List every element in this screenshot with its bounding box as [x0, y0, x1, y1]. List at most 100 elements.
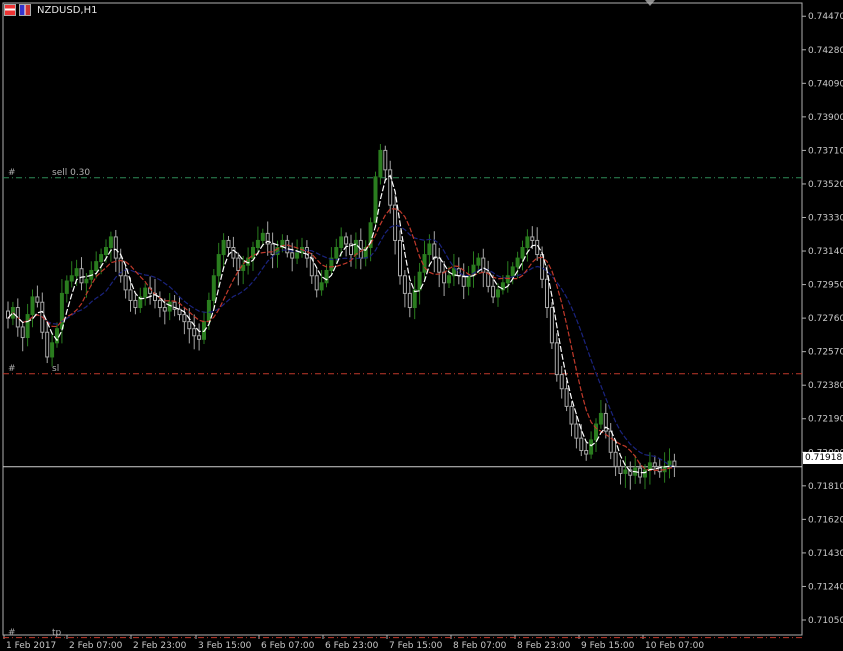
price-axis-label: 0.73140: [808, 247, 843, 257]
chart-window[interactable]: NZDUSD,H1 0.74470 0.74280 0.74090 0.73900 0.…: [0, 0, 843, 651]
candle-body: [260, 232, 265, 241]
trade-level-label-tp: tp: [52, 627, 62, 638]
candle-body: [192, 328, 197, 337]
trade-level-hash-tp: #: [8, 627, 16, 638]
candle-body: [589, 439, 594, 455]
price-axis-label: 0.72950: [808, 281, 843, 291]
time-axis-label: 8 Feb 23:00: [517, 641, 571, 651]
candle-body: [549, 307, 554, 344]
candle-body: [442, 271, 447, 284]
candle-body: [104, 247, 108, 256]
trade-level-hash-sell: #: [8, 167, 16, 178]
candle-body: [324, 269, 329, 284]
candle-body: [378, 149, 383, 178]
candle-body: [652, 462, 657, 467]
chart-title: NZDUSD,H1: [37, 4, 98, 16]
nzdusd-flag-icon: [19, 4, 31, 16]
candle-body: [20, 326, 25, 339]
candle-body: [559, 374, 564, 390]
candle-body: [417, 271, 422, 291]
candle-body: [476, 257, 481, 266]
candle-body: [255, 239, 260, 249]
price-chart[interactable]: 0.74470 0.74280 0.74090 0.73900 0.73710 0.735…: [0, 0, 843, 651]
price-axis-label: 0.74090: [808, 79, 843, 89]
candle-body: [216, 254, 221, 277]
trade-level-label-sl: sl: [52, 363, 60, 374]
candle-body: [69, 275, 74, 282]
candle-body: [187, 321, 192, 330]
candle-body: [672, 460, 677, 467]
candle-body: [94, 261, 99, 271]
candle-body: [407, 292, 412, 309]
candle-body: [246, 257, 251, 266]
candle-body: [290, 252, 295, 259]
time-axis-label: 6 Feb 07:00: [261, 641, 315, 651]
candle-body: [59, 292, 64, 330]
candle-body: [383, 149, 388, 171]
time-axis-label: 3 Feb 15:00: [198, 641, 252, 651]
price-axis-label: 0.71240: [808, 582, 843, 592]
chart-window-icon: [4, 4, 16, 16]
candle-body: [339, 236, 344, 249]
candle-body: [613, 451, 618, 467]
candle-body: [510, 266, 515, 277]
candle-body: [344, 236, 349, 245]
price-axis-label: 0.72190: [808, 415, 843, 425]
candle-body: [525, 236, 530, 249]
candle-body: [373, 176, 378, 224]
candle-body: [427, 243, 432, 256]
candle-body: [206, 299, 211, 323]
candle-body: [133, 299, 138, 309]
time-axis-label: 2 Feb 23:00: [133, 641, 187, 651]
candle-body: [466, 275, 471, 287]
candle-body: [398, 239, 402, 277]
candle-body: [182, 314, 187, 323]
candle-body: [540, 254, 545, 280]
candle-body: [123, 275, 128, 291]
time-axis-label: 8 Feb 07:00: [453, 641, 507, 651]
candle-body: [461, 275, 466, 287]
candle-body: [402, 275, 407, 294]
time-axis-label: 10 Feb 07:00: [645, 641, 704, 651]
price-axis-label: 0.73900: [808, 113, 843, 123]
time-axis-label: 7 Feb 15:00: [389, 641, 443, 651]
time-axis-label: 2 Feb 07:00: [69, 641, 123, 651]
candle-body: [584, 450, 589, 455]
candle-body: [491, 285, 496, 298]
candle-body: [574, 423, 579, 439]
candle-body: [569, 405, 574, 425]
candle-body: [579, 437, 584, 452]
price-axis-label: 0.71810: [808, 482, 843, 492]
candle-body: [530, 236, 535, 241]
candle-body: [393, 204, 398, 241]
candle-body: [334, 247, 339, 259]
price-axis-label: 0.72570: [808, 348, 843, 358]
price-axis-label: 0.74280: [808, 46, 843, 56]
candle-body: [447, 275, 451, 284]
candle-body: [64, 280, 69, 294]
price-axis-label: 0.71620: [808, 515, 843, 525]
trade-level-hash-sl: #: [8, 363, 16, 374]
candle-body: [99, 254, 104, 263]
candle-body: [353, 239, 358, 256]
candle-body: [167, 301, 172, 312]
candle-body: [564, 388, 569, 407]
price-axis-label: 0.71050: [808, 616, 843, 626]
candle-body: [319, 282, 324, 291]
time-axis-label: 9 Feb 15:00: [581, 641, 635, 651]
time-axis-label: 1 Feb 2017: [6, 641, 56, 651]
candle-body: [50, 342, 55, 358]
candle-body: [608, 430, 613, 453]
candle-body: [128, 289, 133, 301]
candle-body: [295, 252, 300, 259]
candle-body: [79, 268, 84, 284]
candle-body: [554, 342, 559, 376]
candle-body: [545, 278, 549, 309]
candle-body: [226, 239, 231, 249]
candle-body: [285, 239, 290, 254]
time-axis-label: 6 Feb 23:00: [325, 641, 379, 651]
plot-frame: [2, 2, 803, 636]
price-axis-label: 0.73520: [808, 180, 843, 190]
candle-body: [505, 275, 510, 284]
candle-body: [618, 465, 623, 474]
